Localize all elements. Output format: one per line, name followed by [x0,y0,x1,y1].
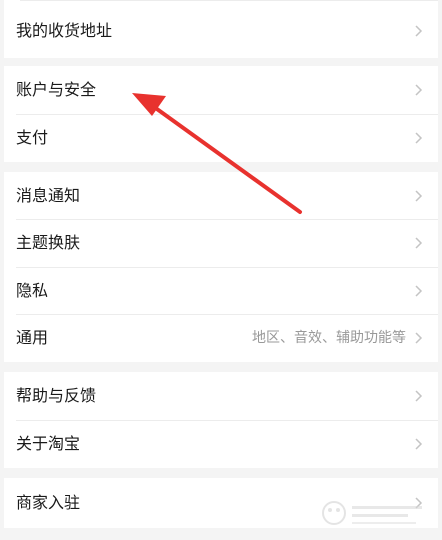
red-arrow-annotation [132,93,302,214]
watermark-logo [322,501,422,525]
